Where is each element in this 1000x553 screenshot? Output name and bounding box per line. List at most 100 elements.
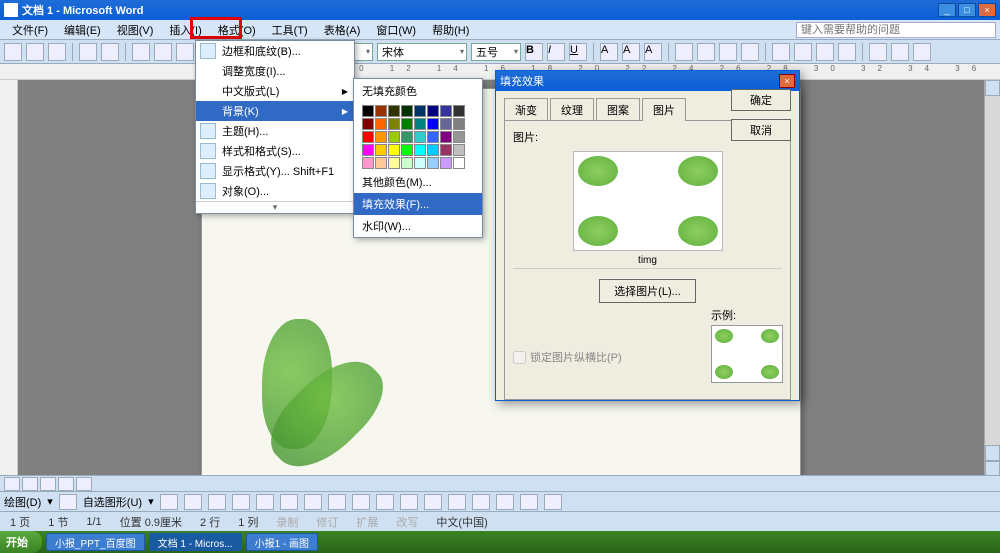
color-swatch[interactable]: [427, 131, 439, 143]
color-swatch[interactable]: [453, 157, 465, 169]
color-swatch[interactable]: [362, 144, 374, 156]
color-swatch[interactable]: [388, 118, 400, 130]
wordart-icon[interactable]: [280, 494, 298, 510]
autoshapes-menu[interactable]: 自选图形(U): [83, 494, 142, 510]
help-search-input[interactable]: [796, 22, 996, 38]
font-color-icon[interactable]: [424, 494, 442, 510]
color-swatch[interactable]: [440, 131, 452, 143]
cancel-button[interactable]: 取消: [731, 119, 791, 141]
no-fill-label[interactable]: 无填充颜色: [354, 79, 482, 103]
dialog-titlebar[interactable]: 填充效果 ×: [496, 71, 799, 91]
view-outline-icon[interactable]: [58, 477, 74, 491]
color-swatch[interactable]: [362, 118, 374, 130]
highlight-button[interactable]: [891, 43, 909, 61]
close-button[interactable]: ×: [978, 3, 996, 17]
start-button[interactable]: 开始: [0, 531, 42, 553]
color-swatch[interactable]: [427, 157, 439, 169]
tab-picture[interactable]: 图片: [642, 98, 686, 121]
font-color-button[interactable]: [913, 43, 931, 61]
bullets-button[interactable]: [794, 43, 812, 61]
scroll-down-icon[interactable]: [985, 445, 1000, 461]
copy-button[interactable]: [154, 43, 172, 61]
view-web-icon[interactable]: [22, 477, 38, 491]
clipart-icon[interactable]: [328, 494, 346, 510]
tab-gradient[interactable]: 渐变: [504, 98, 548, 121]
menu-window[interactable]: 窗口(W): [368, 20, 424, 40]
menu-background[interactable]: 背景(K)▶: [196, 101, 354, 121]
restore-button[interactable]: □: [958, 3, 976, 17]
watermark[interactable]: 水印(W)...: [354, 215, 482, 237]
rectangle-icon[interactable]: [208, 494, 226, 510]
taskbar-item[interactable]: 文档 1 - Micros...: [149, 533, 242, 551]
color-swatch[interactable]: [401, 105, 413, 117]
new-button[interactable]: [4, 43, 22, 61]
oval-icon[interactable]: [232, 494, 250, 510]
underline-button[interactable]: U: [569, 43, 587, 61]
color-swatch[interactable]: [414, 131, 426, 143]
color-swatch[interactable]: [427, 144, 439, 156]
cut-button[interactable]: [132, 43, 150, 61]
color-swatch[interactable]: [362, 157, 374, 169]
color-swatch[interactable]: [440, 144, 452, 156]
font-combo[interactable]: 宋体: [377, 43, 467, 61]
select-objects-icon[interactable]: [59, 494, 77, 510]
menu-file[interactable]: 文件(F): [4, 20, 56, 40]
menu-insert[interactable]: 插入(I): [161, 20, 209, 40]
color-swatch[interactable]: [414, 144, 426, 156]
menu-border-shading[interactable]: 边框和底纹(B)...: [196, 41, 354, 61]
color-swatch[interactable]: [401, 131, 413, 143]
color-swatch[interactable]: [388, 157, 400, 169]
taskbar-item[interactable]: 小报1 - 画图: [246, 533, 318, 551]
indent-dec-button[interactable]: [816, 43, 834, 61]
color-swatch[interactable]: [388, 131, 400, 143]
color-swatch[interactable]: [440, 118, 452, 130]
align-center-button[interactable]: [697, 43, 715, 61]
color-swatch[interactable]: [440, 105, 452, 117]
view-reading-icon[interactable]: [76, 477, 92, 491]
align-left-button[interactable]: [675, 43, 693, 61]
color-swatch[interactable]: [453, 105, 465, 117]
picture-icon[interactable]: [352, 494, 370, 510]
char-shade-button[interactable]: A: [644, 43, 662, 61]
fill-effects[interactable]: 填充效果(F)...: [354, 193, 482, 215]
color-swatch[interactable]: [414, 157, 426, 169]
color-swatch[interactable]: [362, 105, 374, 117]
view-print-icon[interactable]: [40, 477, 56, 491]
vertical-scrollbar[interactable]: [984, 80, 1000, 493]
preview-button[interactable]: [101, 43, 119, 61]
bold-button[interactable]: B: [525, 43, 543, 61]
paste-button[interactable]: [176, 43, 194, 61]
color-swatch[interactable]: [362, 131, 374, 143]
draw-menu[interactable]: 绘图(D): [4, 494, 41, 510]
diagram-icon[interactable]: [304, 494, 322, 510]
menu-object[interactable]: 对象(O)...: [196, 181, 354, 201]
print-button[interactable]: [79, 43, 97, 61]
menu-theme[interactable]: 主题(H)...: [196, 121, 354, 141]
menu-adjust-width[interactable]: 调整宽度(I)...: [196, 61, 354, 81]
open-button[interactable]: [26, 43, 44, 61]
numbering-button[interactable]: [772, 43, 790, 61]
3d-icon[interactable]: [544, 494, 562, 510]
color-swatch[interactable]: [440, 157, 452, 169]
indent-inc-button[interactable]: [838, 43, 856, 61]
view-normal-icon[interactable]: [4, 477, 20, 491]
color-swatch[interactable]: [414, 118, 426, 130]
color-swatch[interactable]: [375, 144, 387, 156]
color-swatch[interactable]: [401, 144, 413, 156]
color-swatch[interactable]: [414, 105, 426, 117]
save-button[interactable]: [48, 43, 66, 61]
italic-button[interactable]: I: [547, 43, 565, 61]
menu-edit[interactable]: 编辑(E): [56, 20, 109, 40]
fill-color-icon[interactable]: [376, 494, 394, 510]
char-border-button[interactable]: A: [622, 43, 640, 61]
shadow-icon[interactable]: [520, 494, 538, 510]
more-colors[interactable]: 其他颜色(M)...: [354, 171, 482, 193]
arrow-style-icon[interactable]: [496, 494, 514, 510]
scroll-track[interactable]: [985, 96, 1000, 445]
dialog-close-icon[interactable]: ×: [779, 74, 795, 88]
ok-button[interactable]: 确定: [731, 89, 791, 111]
scroll-up-icon[interactable]: [985, 80, 1000, 96]
color-swatch[interactable]: [427, 105, 439, 117]
arrow-icon[interactable]: [184, 494, 202, 510]
menu-help[interactable]: 帮助(H): [424, 20, 477, 40]
